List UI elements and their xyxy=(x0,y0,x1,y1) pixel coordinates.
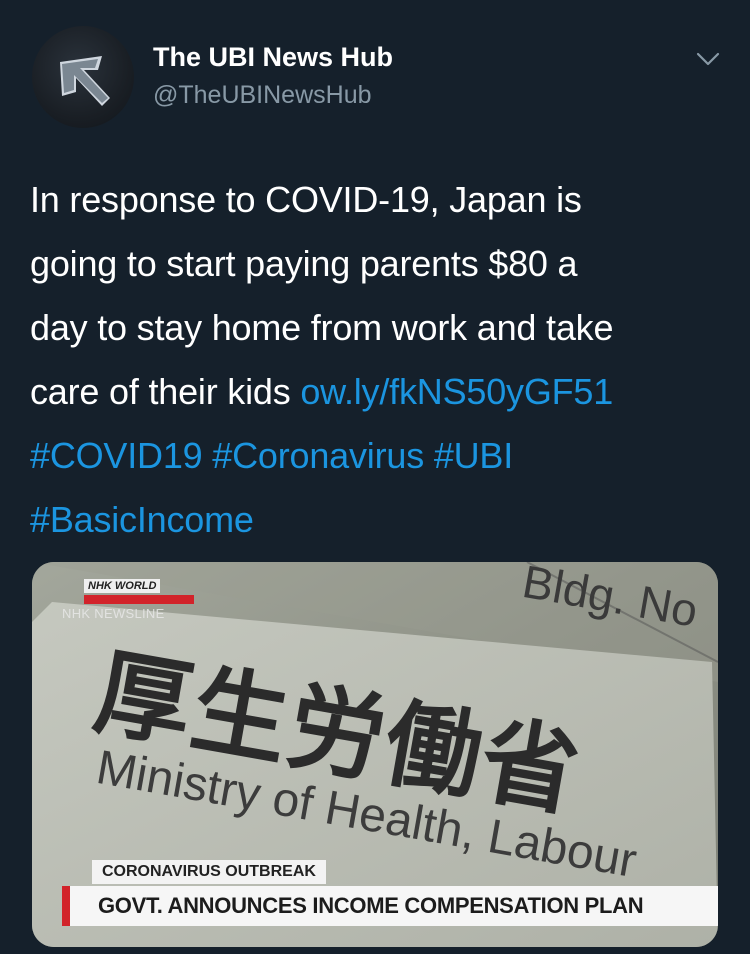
arrow-up-left-icon xyxy=(60,56,110,106)
hashtag-ubi[interactable]: #UBI xyxy=(434,435,513,476)
hashtag-basicincome[interactable]: #BasicIncome xyxy=(30,499,254,540)
tweet-link[interactable]: ow.ly/fkNS50yGF51 xyxy=(300,371,613,412)
tweet-text-line: In response to COVID-19, Japan is xyxy=(30,179,582,220)
tweet-text: In response to COVID-19, Japan is going … xyxy=(30,168,730,552)
hashtag-covid19[interactable]: #COVID19 xyxy=(30,435,203,476)
hashtag-line: #COVID19 #Coronavirus #UBI xyxy=(30,424,730,488)
nhk-world-logo: NHK WORLD xyxy=(84,576,224,606)
nhk-logo-text: NHK WORLD xyxy=(84,579,161,593)
tweet-menu-button[interactable] xyxy=(693,46,723,72)
hashtag-line: #BasicIncome xyxy=(30,488,730,552)
tweet-text-fragment: care of their kids xyxy=(30,371,301,412)
tweet-text-line: going to start paying parents $80 a xyxy=(30,243,578,284)
author-avatar[interactable] xyxy=(32,26,134,128)
tweet: The UBI News Hub @TheUBINewsHub In respo… xyxy=(0,0,750,954)
tweet-text-line: day to stay home from work and take xyxy=(30,307,614,348)
author-handle[interactable]: @TheUBINewsHub xyxy=(153,81,372,110)
chevron-down-icon xyxy=(696,52,720,66)
author-name[interactable]: The UBI News Hub xyxy=(153,42,393,73)
news-headline-accent xyxy=(62,886,70,926)
nhk-logo-japan-bar xyxy=(84,595,194,604)
tweet-media-image[interactable]: Bldg. No 厚生労働省 Ministry of Health, Labou… xyxy=(32,562,718,947)
hashtag-coronavirus[interactable]: #Coronavirus xyxy=(212,435,424,476)
news-category-tag: CORONAVIRUS OUTBREAK xyxy=(92,860,326,884)
news-headline: GOVT. ANNOUNCES INCOME COMPENSATION PLAN xyxy=(98,893,644,918)
tweet-text-line: care of their kids ow.ly/fkNS50yGF51 xyxy=(30,360,730,424)
nhk-newsline-watermark: NHK NEWSLINE xyxy=(62,606,165,621)
